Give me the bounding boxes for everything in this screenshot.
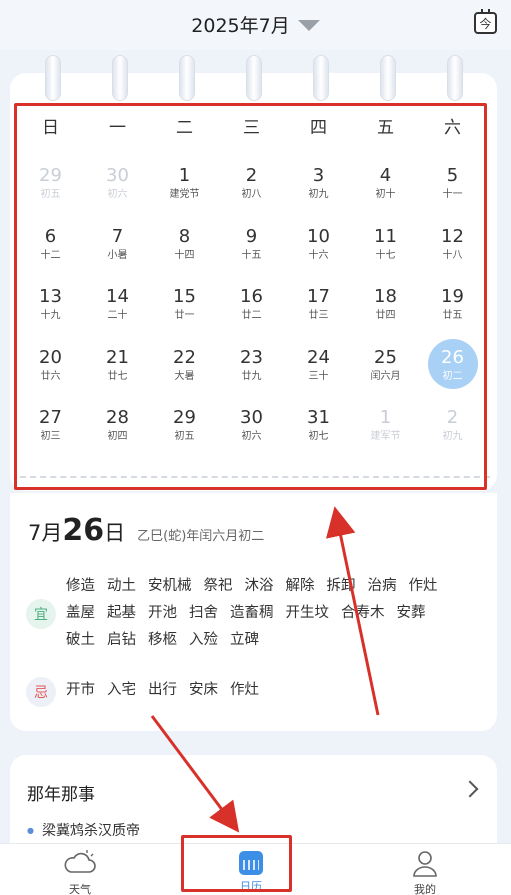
binder-ring bbox=[447, 55, 463, 101]
yi-item: 起基 bbox=[107, 605, 136, 621]
binder-ring bbox=[380, 55, 396, 101]
month-title[interactable]: 2025年7月 bbox=[191, 11, 289, 38]
selected-month: 7月 bbox=[28, 521, 63, 545]
yi-item: 造畜稠 bbox=[230, 605, 274, 621]
yi-item: 扫舍 bbox=[189, 605, 218, 621]
binder-ring bbox=[179, 55, 195, 101]
chevron-down-icon[interactable] bbox=[297, 19, 320, 31]
history-title: 那年那事 bbox=[27, 785, 95, 805]
binder-ring bbox=[45, 55, 61, 101]
user-icon bbox=[413, 851, 437, 877]
annotation-box-nav bbox=[181, 835, 292, 892]
yi-list: 修造 动土 安机械 祭祀 沐浴 解除 拆卸 治病 作灶 盖屋 起基 开池 扫舍 造畜稠 开生坟 合寿木 安葬 破土… bbox=[66, 573, 450, 654]
history-item[interactable]: 梁冀鸩杀汉质帝 bbox=[27, 820, 140, 840]
ji-item: 入宅 bbox=[107, 682, 136, 698]
yi-label: 宜 bbox=[34, 607, 48, 623]
yi-item: 解除 bbox=[285, 578, 315, 594]
ji-item: 作灶 bbox=[230, 682, 259, 698]
yi-item: 安葬 bbox=[396, 605, 426, 621]
selected-date: 7月 26 日 乙巳(蛇)年闰六月初二 bbox=[28, 513, 264, 548]
day-number: 26 bbox=[441, 346, 464, 368]
day-suffix: 日 bbox=[104, 521, 126, 545]
nav-mine-label: 我的 bbox=[414, 883, 436, 895]
nav-weather[interactable]: 天气 bbox=[40, 848, 120, 895]
yi-item: 作灶 bbox=[408, 578, 438, 594]
yi-item: 祭祀 bbox=[203, 578, 233, 594]
yi-item: 拆卸 bbox=[326, 578, 356, 594]
yi-item: 开生坟 bbox=[285, 605, 330, 621]
binder-ring bbox=[246, 55, 262, 101]
selected-day: 26 bbox=[62, 513, 105, 548]
chevron-right-icon[interactable] bbox=[461, 780, 479, 798]
day-info-card: 7月 26 日 乙巳(蛇)年闰六月初二 宜 修造 动土 安机械 祭祀 沐浴 解除 拆卸 治病作… bbox=[10, 493, 497, 731]
yi-item: 破土 bbox=[66, 632, 95, 648]
ji-line: 开市 入宅 出行 安床 作灶 bbox=[66, 677, 271, 704]
ji-item: 出行 bbox=[148, 682, 177, 698]
yi-badge: 宜 bbox=[26, 599, 56, 629]
yi-item: 盖屋 bbox=[66, 605, 95, 621]
yi-item: 合寿木 bbox=[341, 605, 385, 621]
ji-item: 安床 bbox=[189, 682, 218, 698]
binder-ring bbox=[112, 55, 128, 101]
nav-mine[interactable]: 我的 bbox=[385, 848, 465, 895]
annotation-box-calendar bbox=[14, 103, 487, 490]
month-selector[interactable]: 2025年7月 bbox=[0, 11, 511, 38]
yi-line: 破土 启钻 移柩 入殓 立碑 bbox=[66, 627, 450, 654]
yi-line: 修造 动土 安机械 祭祀 沐浴 解除 拆卸 治病 作灶 bbox=[66, 573, 450, 600]
today-icon-label: 今 bbox=[479, 16, 492, 31]
day-lunar: 初二 bbox=[442, 370, 463, 382]
yi-item: 启钻 bbox=[107, 632, 136, 648]
ji-list: 开市 入宅 出行 安床 作灶 bbox=[66, 677, 271, 704]
yi-item: 动土 bbox=[107, 578, 136, 594]
yi-item: 立碑 bbox=[230, 632, 259, 648]
nav-weather-label: 天气 bbox=[69, 883, 91, 895]
yi-item: 安机械 bbox=[148, 578, 192, 594]
yi-item: 修造 bbox=[66, 578, 95, 594]
yi-item: 移柩 bbox=[148, 632, 177, 648]
yi-item: 治病 bbox=[367, 578, 397, 594]
lunar-date: 乙巳(蛇)年闰六月初二 bbox=[137, 529, 265, 544]
cloud-icon bbox=[64, 850, 96, 873]
yi-item: 沐浴 bbox=[244, 578, 274, 594]
yi-item: 开池 bbox=[148, 605, 177, 621]
ji-badge: 忌 bbox=[26, 677, 56, 707]
today-button[interactable]: 今 bbox=[474, 9, 497, 34]
header: 2025年7月 今 bbox=[0, 0, 511, 50]
ji-item: 开市 bbox=[66, 682, 95, 698]
binder-ring bbox=[313, 55, 329, 101]
ji-label: 忌 bbox=[34, 685, 48, 701]
yi-line: 盖屋 起基 开池 扫舍 造畜稠 开生坟 合寿木 安葬 bbox=[66, 600, 450, 627]
yi-item: 入殓 bbox=[189, 632, 218, 648]
